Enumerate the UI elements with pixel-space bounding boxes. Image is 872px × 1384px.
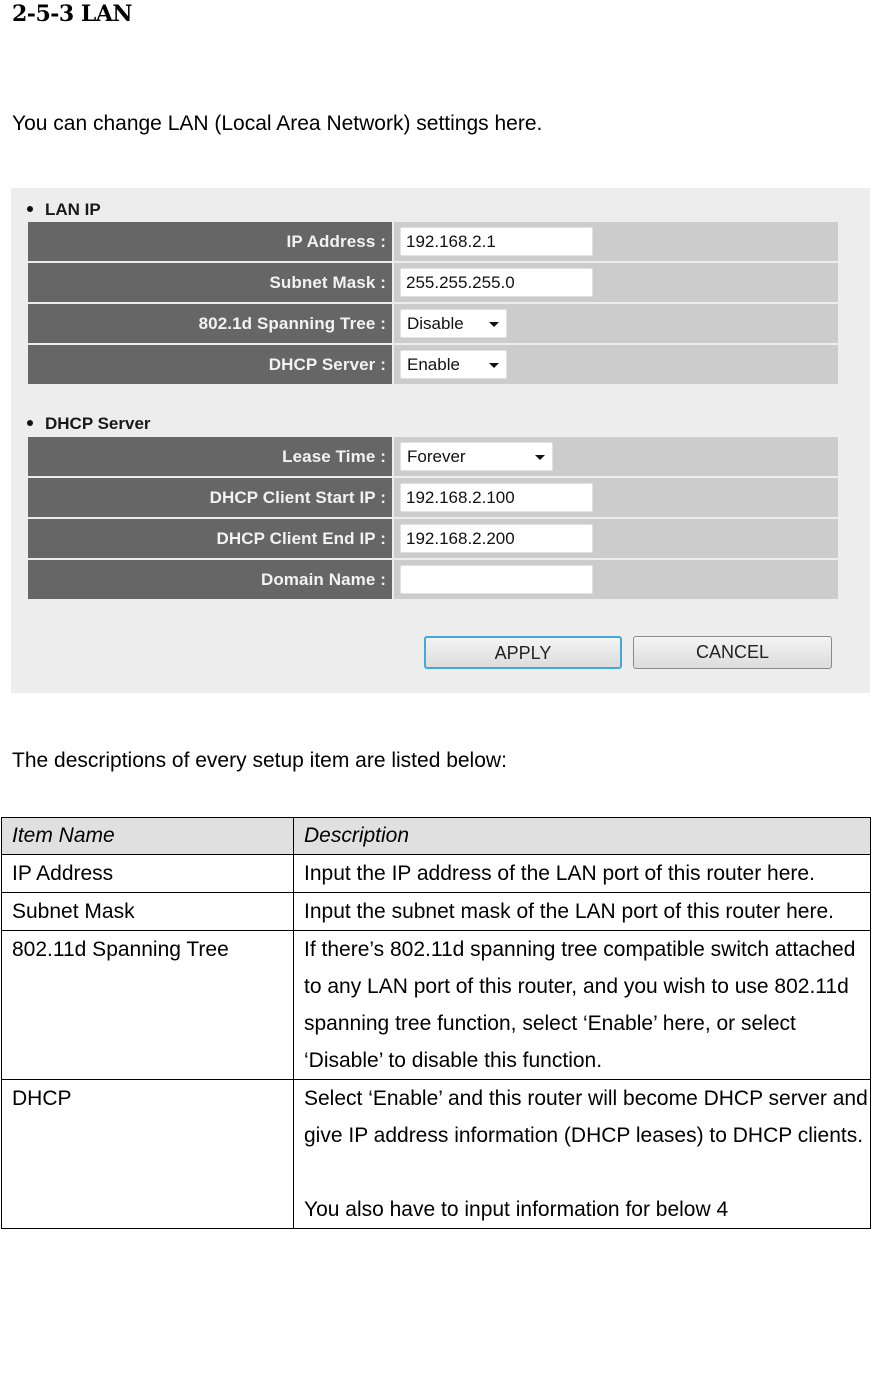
lease-time-selected-value: Forever <box>407 447 466 466</box>
description-cell: If there’s 802.11d spanning tree compati… <box>293 930 871 1080</box>
item-name-cell: 802.11d Spanning Tree <box>1 930 294 1080</box>
table-row: 802.11d Spanning Tree If there’s 802.11d… <box>1 930 871 1080</box>
cancel-button[interactable]: CANCEL <box>633 636 832 669</box>
dhcp-start-ip-row: DHCP Client Start IP : 192.168.2.100 <box>28 478 838 517</box>
domain-name-label: Domain Name : <box>28 560 392 599</box>
item-name-cell: Subnet Mask <box>1 892 294 931</box>
spanning-tree-selected-value: Disable <box>407 314 464 333</box>
table-row: IP Address Input the IP address of the L… <box>1 854 871 893</box>
domain-name-field-cell <box>394 560 838 599</box>
item-description-table: Item Name Description IP Address Input t… <box>1 817 871 1229</box>
lease-time-row: Lease Time : Forever <box>28 437 838 476</box>
subnet-mask-label: Subnet Mask : <box>28 263 392 302</box>
table-row: DHCP Select ‘Enable’ and this router wil… <box>1 1079 871 1229</box>
dhcp-server-select[interactable]: Enable <box>400 350 507 379</box>
bullet-icon <box>27 419 33 426</box>
spanning-tree-select[interactable]: Disable <box>400 309 507 338</box>
bullet-icon <box>27 205 33 212</box>
dhcp-end-ip-input[interactable]: 192.168.2.200 <box>400 524 593 553</box>
dhcp-start-ip-field-cell: 192.168.2.100 <box>394 478 838 517</box>
description-header: Description <box>293 817 871 855</box>
dhcp-server-row: DHCP Server : Enable <box>28 345 838 384</box>
dropdown-arrow-icon <box>489 363 499 368</box>
lease-time-label: Lease Time : <box>28 437 392 476</box>
dhcp-end-ip-field-cell: 192.168.2.200 <box>394 519 838 558</box>
dropdown-arrow-icon <box>535 455 545 460</box>
lease-time-select[interactable]: Forever <box>400 442 553 471</box>
intro-text: You can change LAN (Local Area Network) … <box>12 112 543 135</box>
descriptions-intro-text: The descriptions of every setup item are… <box>12 749 507 772</box>
lan-settings-panel: LAN IP IP Address : 192.168.2.1 Subnet M… <box>11 188 870 693</box>
dropdown-arrow-icon <box>489 322 499 327</box>
dhcp-server-label: DHCP Server : <box>28 345 392 384</box>
lease-time-field-cell: Forever <box>394 437 838 476</box>
section-heading: 2-5-3 LAN <box>12 1 133 27</box>
ip-address-field-cell: 192.168.2.1 <box>394 222 838 261</box>
item-name-header: Item Name <box>1 817 294 855</box>
ip-address-row: IP Address : 192.168.2.1 <box>28 222 838 261</box>
ip-address-input[interactable]: 192.168.2.1 <box>400 227 593 256</box>
item-name-cell: DHCP <box>1 1079 294 1229</box>
description-cell: Input the IP address of the LAN port of … <box>293 854 871 893</box>
domain-name-row: Domain Name : <box>28 560 838 599</box>
dhcp-end-ip-label: DHCP Client End IP : <box>28 519 392 558</box>
spanning-tree-row: 802.1d Spanning Tree : Disable <box>28 304 838 343</box>
spanning-tree-field-cell: Disable <box>394 304 838 343</box>
table-header-row: Item Name Description <box>1 817 871 855</box>
description-cell: Select ‘Enable’ and this router will bec… <box>293 1079 871 1229</box>
spanning-tree-label: 802.1d Spanning Tree : <box>28 304 392 343</box>
dhcp-start-ip-label: DHCP Client Start IP : <box>28 478 392 517</box>
dhcp-server-section-title: DHCP Server <box>27 414 151 434</box>
lan-ip-section-title: LAN IP <box>27 200 101 220</box>
dhcp-server-field-cell: Enable <box>394 345 838 384</box>
subnet-mask-field-cell: 255.255.255.0 <box>394 263 838 302</box>
table-row: Subnet Mask Input the subnet mask of the… <box>1 892 871 931</box>
apply-button[interactable]: APPLY <box>424 636 622 669</box>
dhcp-server-selected-value: Enable <box>407 355 460 374</box>
domain-name-input[interactable] <box>400 565 593 594</box>
subnet-mask-input[interactable]: 255.255.255.0 <box>400 268 593 297</box>
subnet-mask-row: Subnet Mask : 255.255.255.0 <box>28 263 838 302</box>
ip-address-label: IP Address : <box>28 222 392 261</box>
description-cell: Input the subnet mask of the LAN port of… <box>293 892 871 931</box>
dhcp-start-ip-input[interactable]: 192.168.2.100 <box>400 483 593 512</box>
dhcp-end-ip-row: DHCP Client End IP : 192.168.2.200 <box>28 519 838 558</box>
item-name-cell: IP Address <box>1 854 294 893</box>
